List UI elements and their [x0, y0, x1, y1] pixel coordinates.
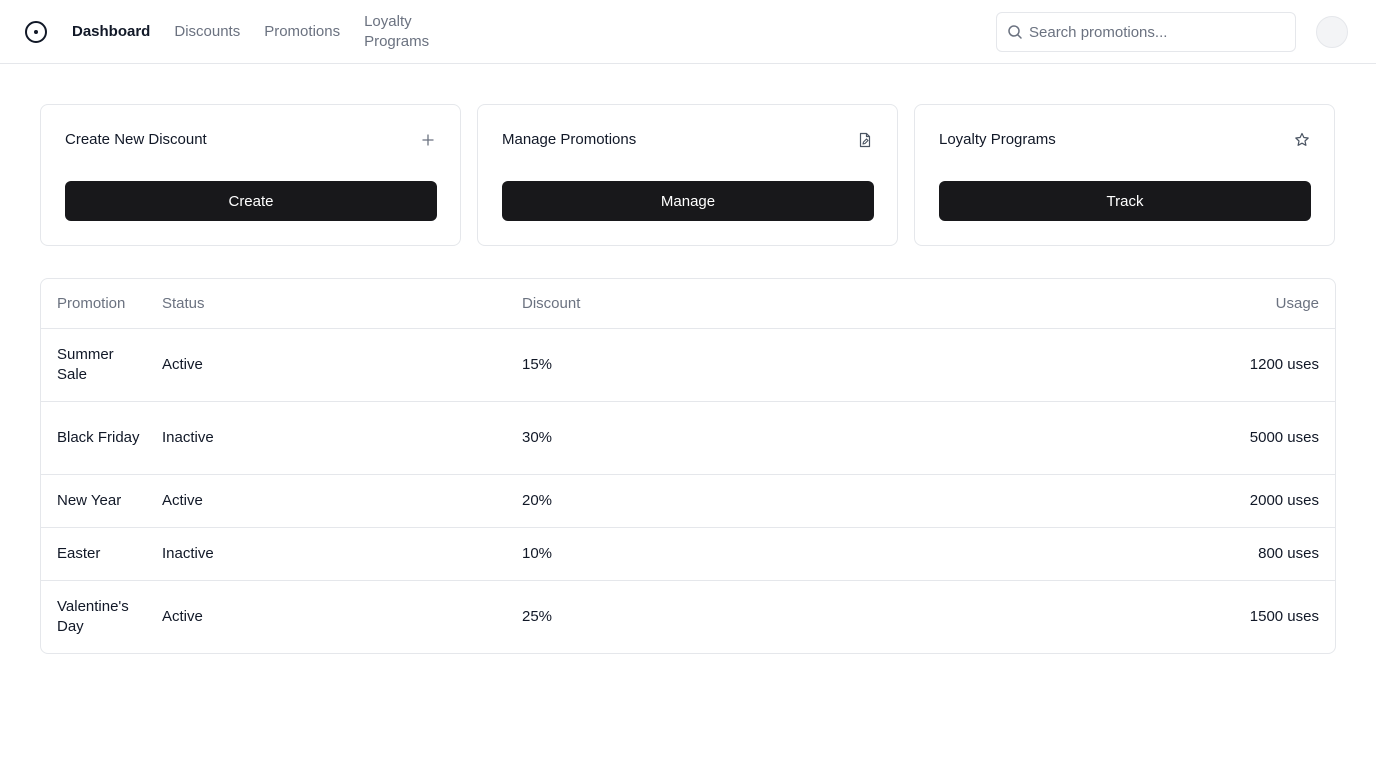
card-manage-promotions: Manage Promotions Manage — [477, 104, 898, 246]
file-edit-icon — [859, 132, 871, 148]
cell-status: Inactive — [146, 527, 506, 581]
cell-promotion: Black Friday — [41, 401, 146, 475]
cell-discount: 20% — [506, 474, 897, 528]
card-title: Manage Promotions — [502, 131, 637, 148]
cell-discount: 25% — [522, 607, 553, 625]
plus-icon — [422, 134, 434, 146]
cell-promotion: Valentine's Day — [57, 597, 129, 635]
cell-usage: 1500 uses — [1249, 607, 1319, 625]
card-loyalty-programs: Loyalty Programs Track — [914, 104, 1335, 246]
search-box — [996, 12, 1296, 52]
cell-status: Active — [146, 474, 506, 528]
card-create-discount: Create New Discount Create — [40, 104, 461, 246]
cell-usage: 2000 uses — [896, 474, 1335, 528]
column-header-usage[interactable]: Usage — [896, 279, 1335, 329]
cell-usage: 800 uses — [896, 527, 1335, 581]
avatar[interactable] — [1316, 16, 1348, 48]
cell-discount: 10% — [506, 527, 897, 581]
table-row[interactable]: Black Friday Inactive 30% 5000 uses — [41, 401, 1335, 475]
nav-discounts[interactable]: Discounts — [174, 22, 240, 42]
star-icon — [1295, 132, 1309, 146]
table-row[interactable]: Summer Sale Active 15% 1200 uses — [41, 328, 1335, 402]
column-header-status[interactable]: Status — [146, 279, 506, 329]
circle-dot-logo-icon[interactable] — [24, 20, 48, 44]
table-row[interactable]: Valentine's Day Active 25% 1500 uses — [41, 580, 1335, 653]
main-nav: Dashboard Discounts Promotions Loyalty P… — [72, 0, 432, 63]
manage-button[interactable]: Manage — [502, 181, 874, 221]
column-header-discount[interactable]: Discount — [506, 279, 897, 329]
action-cards: Create New Discount Create Manage Promot… — [40, 104, 1336, 246]
card-title: Loyalty Programs — [939, 131, 1056, 148]
cell-usage: 1200 uses — [896, 328, 1335, 402]
table-header-row: Promotion Status Discount Usage — [41, 279, 1335, 329]
cell-status: Active — [162, 607, 203, 625]
search-input[interactable] — [1029, 13, 1289, 51]
cell-promotion: Summer Sale — [41, 328, 146, 402]
cell-discount: 30% — [506, 401, 897, 475]
cell-promotion: New Year — [41, 474, 146, 528]
cell-usage: 5000 uses — [896, 401, 1335, 475]
table-row[interactable]: Easter Inactive 10% 800 uses — [41, 527, 1335, 581]
nav-dashboard[interactable]: Dashboard — [72, 22, 150, 42]
table-row[interactable]: New Year Active 20% 2000 uses — [41, 474, 1335, 528]
promotions-table: Promotion Status Discount Usage Summer S… — [40, 278, 1336, 654]
nav-loyalty-programs[interactable]: Loyalty Programs — [364, 12, 432, 52]
nav-promotions[interactable]: Promotions — [264, 22, 340, 42]
search-icon — [1008, 25, 1022, 39]
card-title: Create New Discount — [65, 131, 207, 148]
create-button[interactable]: Create — [65, 181, 437, 221]
cell-status: Active — [146, 328, 506, 402]
cell-status: Inactive — [146, 401, 506, 475]
column-header-promotion[interactable]: Promotion — [41, 279, 146, 329]
cell-promotion: Easter — [41, 527, 146, 581]
cell-discount: 15% — [506, 328, 897, 402]
track-button[interactable]: Track — [939, 181, 1311, 221]
top-header: Dashboard Discounts Promotions Loyalty P… — [0, 0, 1376, 64]
